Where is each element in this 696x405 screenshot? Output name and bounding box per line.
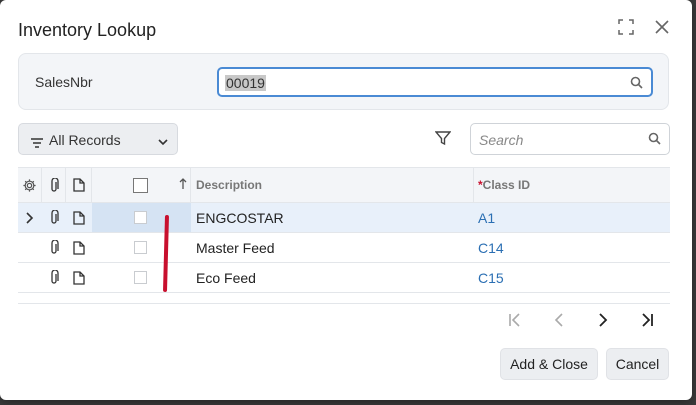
description-cell: Eco Feed [196,269,256,286]
row-select-cell [92,233,191,262]
column-settings-icon[interactable] [18,168,42,202]
inventory-lookup-dialog: Inventory Lookup SalesNbr 00019 All Reco… [0,0,692,400]
class-id-link[interactable]: C14 [474,233,670,262]
column-header-description[interactable]: Description [191,168,474,202]
next-page-icon[interactable] [594,311,612,329]
row-select-cell [92,203,191,232]
note-icon[interactable] [66,233,92,262]
note-icon[interactable] [66,203,92,232]
dialog-title: Inventory Lookup [18,20,157,40]
grid-search-input[interactable]: Search [470,123,670,155]
chevron-down-icon [158,134,168,152]
attachment-icon[interactable] [42,233,66,262]
maximize-icon[interactable] [616,17,636,37]
attachment-icon[interactable] [42,203,66,232]
salesnbr-input[interactable]: 00019 [217,67,653,97]
grid-footer-divider [18,303,670,304]
first-page-icon[interactable] [506,311,524,329]
salesnbr-value: 00019 [225,75,266,91]
search-icon[interactable] [648,132,661,150]
note-icon[interactable] [66,263,92,292]
salesnbr-label: SalesNbr [35,74,93,90]
cancel-button[interactable]: Cancel [606,348,669,380]
row-expand-icon[interactable] [18,203,42,232]
add-close-button[interactable]: Add & Close [500,348,598,380]
select-all-cell [92,168,191,202]
sort-arrow-icon[interactable] [179,177,187,193]
search-icon[interactable] [630,76,643,94]
previous-page-icon[interactable] [550,311,568,329]
row-select-cell [92,263,191,292]
description-cell: Master Feed [196,239,275,256]
records-filter-label: All Records [49,132,121,148]
column-header-class-id[interactable]: * Class ID [474,168,670,202]
table-row[interactable]: Master Feed C14 [18,233,670,263]
funnel-filter-icon[interactable] [434,130,452,151]
grid-header-row: Description * Class ID [18,167,670,203]
table-row[interactable]: Eco Feed C15 [18,263,670,293]
attachment-icon[interactable] [42,263,66,292]
row-checkbox[interactable] [134,241,147,254]
filter-lines-icon [31,135,43,153]
row-checkbox[interactable] [134,271,147,284]
parameters-panel: SalesNbr 00019 [18,53,669,110]
row-checkbox[interactable] [134,211,147,224]
class-id-link[interactable]: A1 [474,203,670,232]
description-cell: ENGCOSTAR [196,209,284,226]
select-all-checkbox[interactable] [133,177,148,193]
close-icon[interactable] [652,17,672,37]
note-icon[interactable] [66,168,92,202]
search-placeholder: Search [479,132,524,148]
attachment-icon[interactable] [42,168,66,202]
class-id-label: Class ID [482,178,531,192]
table-row[interactable]: ENGCOSTAR A1 [18,203,670,233]
class-id-link[interactable]: C15 [474,263,670,292]
records-filter-dropdown[interactable]: All Records [18,123,178,155]
last-page-icon[interactable] [638,311,656,329]
